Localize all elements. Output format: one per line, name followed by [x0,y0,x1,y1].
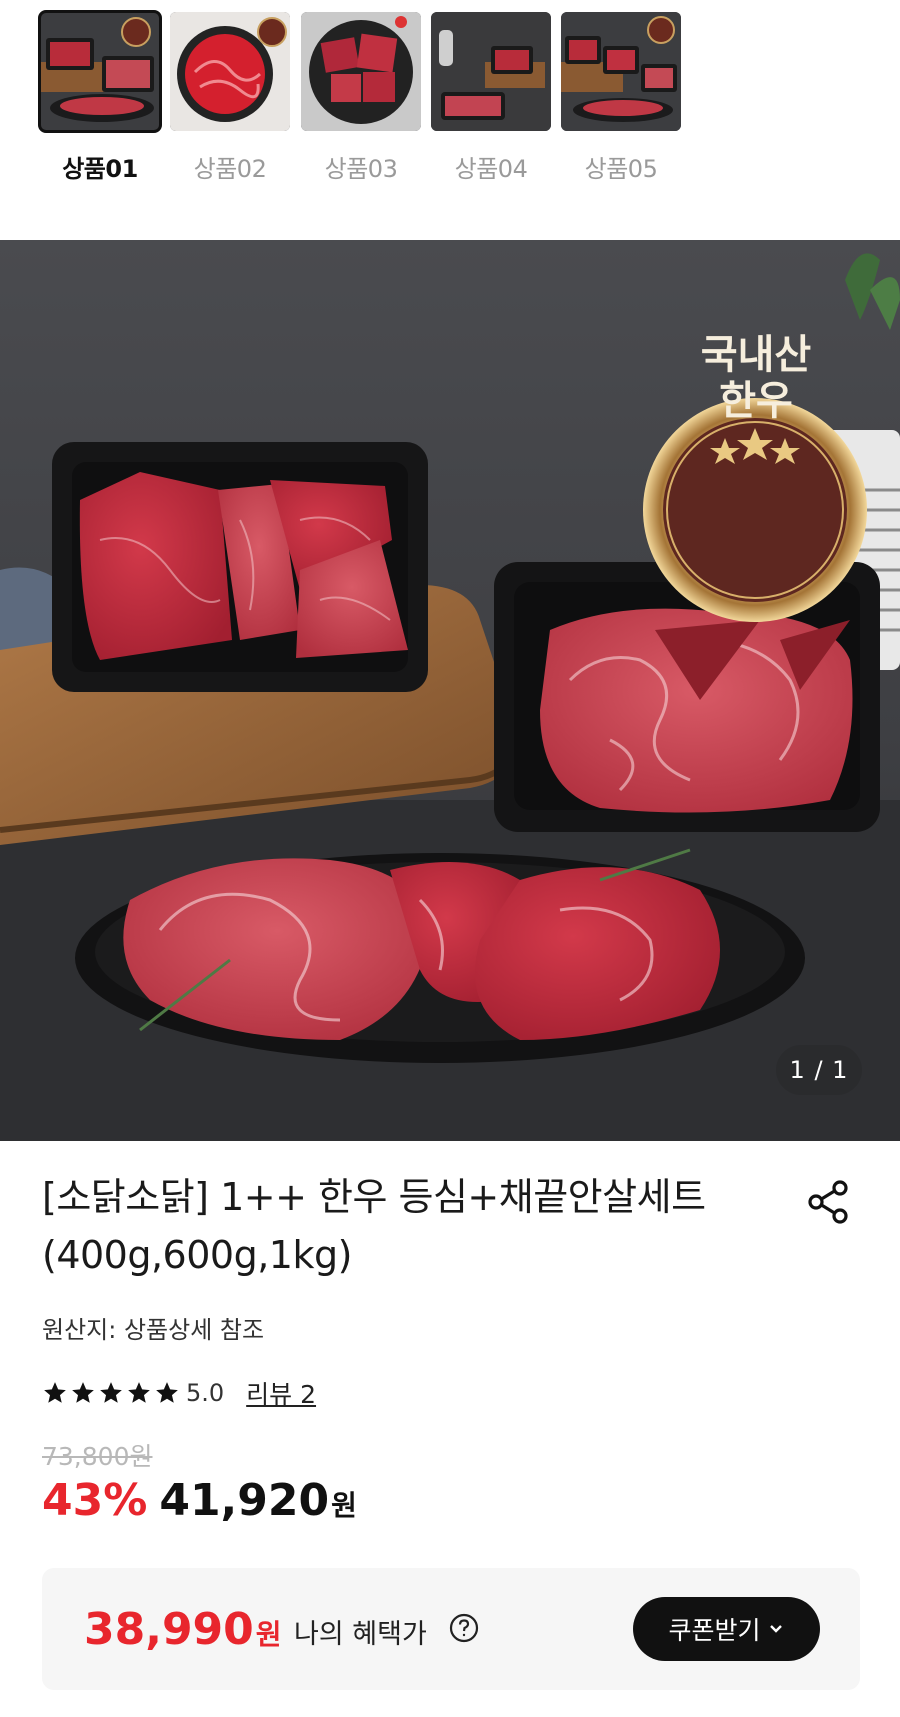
thumbnail-image [561,12,681,131]
product-title: [소닭소닭] 1++ 한우 등심+채끝안살세트 (400g,600g,1kg) [42,1168,732,1284]
image-counter: 1 / 1 [776,1045,862,1095]
star-rating [42,1380,180,1406]
thumbnail-image [431,12,551,131]
chevron-down-icon [769,1625,782,1633]
thumbnail-5[interactable]: 상품05 [561,12,681,184]
benefit-price-unit: 원 [255,1618,282,1651]
price-row: 43% 41,920 원 [42,1475,357,1526]
help-icon[interactable] [448,1612,480,1644]
thumbnail-strip: 상품01 상품02 상품03 상품04 상품05 [0,0,900,200]
star-icon [100,1382,122,1403]
thumbnail-image [170,12,290,131]
origin-badge: 국내산 한우 [664,332,848,424]
thumbnail-label: 상품03 [324,155,398,183]
thumbnail-label: 상품05 [584,155,658,183]
thumbnail-3[interactable]: 상품03 [301,12,421,184]
benefit-price-value: 38,990 [84,1604,254,1655]
product-title-line-1: [소닭소닭] 1++ 한우 등심+채끝안살세트 [42,1175,706,1219]
origin-info: 원산지: 상품상세 참조 [42,1316,265,1344]
thumbnail-4[interactable]: 상품04 [431,12,551,184]
thumbnail-1[interactable]: 상품01 [38,10,162,184]
benefit-label: 나의 혜택가 [294,1619,427,1650]
benefit-price: 38,990 원 [84,1604,282,1655]
thumbnail-label: 상품02 [193,155,267,183]
rating-row: 5.0 리뷰 2 [42,1376,316,1410]
share-icon [808,1180,848,1224]
star-icon [128,1382,150,1403]
discount-rate: 43% [42,1475,148,1526]
thumbnail-image [38,10,162,133]
star-icon [44,1382,66,1403]
product-image[interactable]: 국내산 한우 [0,240,900,1141]
product-title-line-2: (400g,600g,1kg) [42,1233,352,1277]
coupon-button[interactable]: 쿠폰받기 [633,1597,820,1661]
star-icon [72,1382,94,1403]
original-price: 73,800원 [42,1442,153,1471]
review-link[interactable]: 리뷰 2 [246,1375,316,1411]
sale-price: 41,920 [159,1475,330,1526]
badge-line-1: 국내산 [700,332,812,378]
thumbnail-2[interactable]: 상품02 [170,12,290,184]
coupon-button-label: 쿠폰받기 [668,1616,761,1645]
thumbnail-label: 상품04 [454,155,528,183]
sale-price-unit: 원 [331,1489,357,1522]
badge-line-2: 한우 [719,378,793,424]
benefit-box: 38,990 원 나의 혜택가 쿠폰받기 [42,1568,860,1690]
rating-value: 5.0 [186,1379,225,1407]
share-button[interactable] [804,1176,856,1228]
thumbnail-label: 상품01 [62,155,138,183]
star-icon [156,1382,178,1403]
thumbnail-image [301,12,421,131]
